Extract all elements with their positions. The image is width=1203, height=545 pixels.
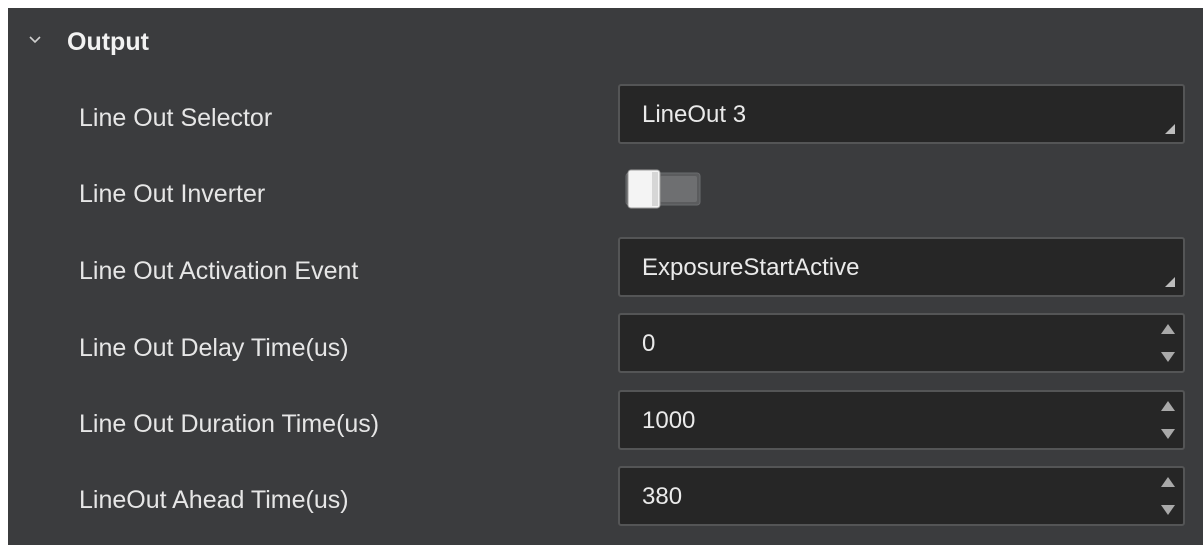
line-out-delay-time-value: 0 xyxy=(642,330,656,357)
line-out-delay-time-label: Line Out Delay Time(us) xyxy=(79,334,349,362)
chevron-down-icon[interactable] xyxy=(29,35,41,45)
line-out-selector-label: Line Out Selector xyxy=(79,104,273,132)
line-out-inverter-toggle[interactable] xyxy=(624,169,702,209)
spin-down-arrow-icon[interactable] xyxy=(1161,429,1175,439)
properties-panel: Output Line Out Selector LineOut 3 Line … xyxy=(8,8,1203,545)
lineout-ahead-time-value: 380 xyxy=(642,483,683,510)
dropdown-corner-icon xyxy=(1165,124,1175,134)
lineout-ahead-time-spinbox[interactable]: 380 xyxy=(618,466,1185,526)
line-out-selector-value: LineOut 3 xyxy=(642,101,747,128)
spin-down-arrow-icon[interactable] xyxy=(1161,352,1175,362)
line-out-duration-time-spinbox[interactable]: 1000 xyxy=(618,390,1185,450)
line-out-inverter-label: Line Out Inverter xyxy=(79,180,266,208)
spin-up-arrow-icon[interactable] xyxy=(1161,401,1175,411)
line-out-activation-event-value: ExposureStartActive xyxy=(642,254,860,281)
line-out-activation-event-dropdown[interactable]: ExposureStartActive xyxy=(618,237,1185,297)
spin-up-arrow-icon[interactable] xyxy=(1161,324,1175,334)
dropdown-corner-icon xyxy=(1165,277,1175,287)
spin-up-arrow-icon[interactable] xyxy=(1161,477,1175,487)
line-out-delay-time-spinbox[interactable]: 0 xyxy=(618,313,1185,373)
line-out-selector-dropdown[interactable]: LineOut 3 xyxy=(618,84,1185,144)
output-section-header[interactable]: Output xyxy=(8,8,1203,75)
spin-down-arrow-icon[interactable] xyxy=(1161,505,1175,515)
line-out-duration-time-label: Line Out Duration Time(us) xyxy=(79,410,380,438)
lineout-ahead-time-label: LineOut Ahead Time(us) xyxy=(79,486,349,514)
line-out-duration-time-value: 1000 xyxy=(642,407,696,434)
section-title: Output xyxy=(67,28,149,56)
line-out-activation-event-label: Line Out Activation Event xyxy=(79,257,359,285)
